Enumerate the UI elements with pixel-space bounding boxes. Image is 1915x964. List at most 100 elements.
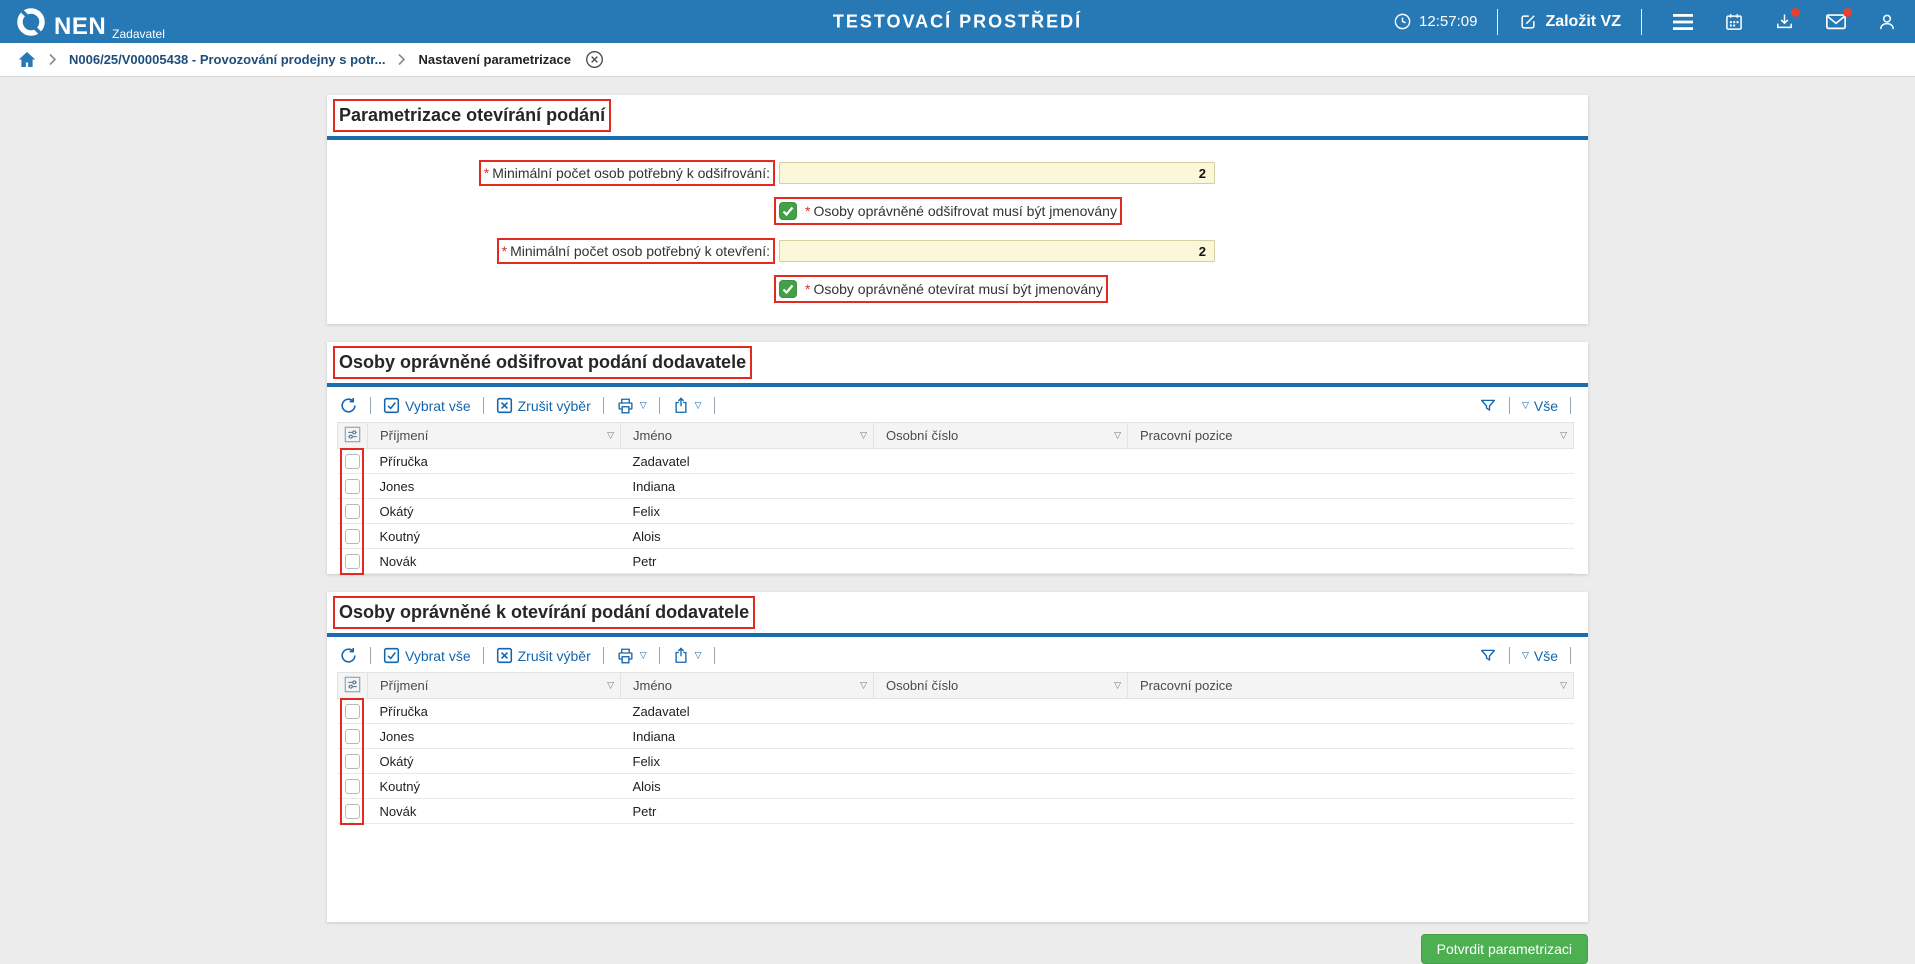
refresh-button[interactable] [339,396,358,415]
row-checkbox[interactable] [345,504,360,520]
column-header-name[interactable]: Jméno ▽ [620,672,874,699]
table-cell: Indiana [620,473,874,499]
export-dropdown-icon[interactable]: ▽ [695,401,702,410]
row-checkbox[interactable] [345,779,360,795]
select-all-button[interactable]: Vybrat vše [383,397,471,414]
print-button[interactable]: ▽ [616,647,647,665]
table-cell [873,448,1128,474]
menu-icon[interactable] [1672,13,1694,31]
column-settings-button[interactable] [337,672,368,699]
person-row[interactable]: Okátý Felix [337,498,1574,524]
toolbar-separator [482,397,484,414]
filter-button[interactable] [1479,397,1497,415]
column-header-personal-number[interactable]: Osobní číslo ▽ [873,672,1128,699]
row-checkbox[interactable] [345,729,360,745]
row-select-cell [337,798,368,824]
downloads-icon[interactable] [1774,7,1800,32]
column-header-surname[interactable]: Příjmení ▽ [367,672,621,699]
select-all-button[interactable]: Vybrat vše [383,647,471,664]
column-header-position[interactable]: Pracovní pozice ▽ [1127,672,1574,699]
decrypt-count-input[interactable] [779,162,1215,184]
view-all-filter[interactable]: ▽ Vše [1522,648,1558,664]
row-checkbox[interactable] [345,454,360,470]
print-button[interactable]: ▽ [616,397,647,415]
clear-selection-button[interactable]: Zrušit výběr [496,647,591,664]
table-cell: Příručka [367,448,621,474]
toolbar-separator [602,647,604,664]
app-logo[interactable]: NEN Zadavatel [14,5,165,40]
person-row[interactable]: Příručka Zadavatel [337,448,1574,474]
breadcrumb-contract-link[interactable]: N006/25/V00005438 - Provozování prodejny… [69,52,385,67]
column-header-position[interactable]: Pracovní pozice ▽ [1127,422,1574,449]
column-filter-icon[interactable]: ▽ [860,681,867,690]
grid-toolbar: Vybrat vše Zrušit výběr ▽ ▽ ▽ Vše [327,387,1588,422]
toolbar-separator [370,647,371,664]
person-row[interactable]: Jones Indiana [337,723,1574,749]
person-row[interactable]: Koutný Alois [337,523,1574,549]
close-tab-icon[interactable] [585,50,604,69]
column-filter-icon[interactable]: ▽ [860,431,867,440]
checkbox-checked-icon [383,647,400,664]
column-filter-icon[interactable]: ▽ [1560,431,1567,440]
person-row[interactable]: Koutný Alois [337,773,1574,799]
view-all-filter[interactable]: ▽ Vše [1522,398,1558,414]
table-cell: Koutný [367,523,621,549]
user-profile-icon[interactable] [1877,12,1897,32]
table-cell [1127,523,1574,549]
column-filter-icon[interactable]: ▽ [1560,681,1567,690]
export-button[interactable]: ▽ [672,396,702,415]
column-filter-icon[interactable]: ▽ [607,431,614,440]
table-cell: Petr [620,548,874,574]
refresh-button[interactable] [339,646,358,665]
row-checkbox[interactable] [345,479,360,495]
chevron-right-icon [49,53,57,66]
create-vz-label: Založit VZ [1545,12,1621,30]
row-select-cell [337,498,368,524]
person-row[interactable]: Jones Indiana [337,473,1574,499]
table-cell: Novák [367,798,621,824]
table-cell: Okátý [367,748,621,774]
open-named-checkbox-group: * Osoby oprávněné otevírat musí být jmeno… [774,275,1108,303]
row-checkbox[interactable] [345,529,360,545]
column-header-personal-number[interactable]: Osobní číslo ▽ [873,422,1128,449]
open-count-input[interactable] [779,240,1215,262]
column-filter-icon[interactable]: ▽ [1114,681,1121,690]
person-row[interactable]: Příručka Zadavatel [337,698,1574,724]
row-select-cell [337,723,368,749]
person-row[interactable]: Okátý Felix [337,748,1574,774]
breadcrumb: N006/25/V00005438 - Provozování prodejny… [0,43,1915,77]
home-icon[interactable] [18,51,36,68]
column-filter-icon[interactable]: ▽ [607,681,614,690]
create-vz-button[interactable]: Založit VZ [1518,12,1621,32]
open-named-checkbox[interactable] [779,280,797,298]
row-checkbox[interactable] [345,754,360,770]
parametrization-section: Parametrizace otevírání podání * Minimáln… [327,95,1588,324]
table-cell: Novák [367,548,621,574]
downloads-badge [1791,7,1800,17]
decrypt-named-checkbox[interactable] [779,202,797,220]
person-row[interactable]: Novák Petr [337,548,1574,574]
messages-badge [1843,8,1852,17]
column-filter-icon[interactable]: ▽ [1114,431,1121,440]
server-time: 12:57:09 [1393,12,1477,31]
print-dropdown-icon[interactable]: ▽ [640,651,647,660]
confirm-parametrization-button[interactable]: Potvrdit parametrizaci [1420,934,1588,964]
toolbar-separator [713,397,715,414]
column-settings-button[interactable] [337,422,368,449]
clear-selection-button[interactable]: Zrušit výběr [496,397,591,414]
toolbar-separator [1570,397,1571,414]
column-header-name[interactable]: Jméno ▽ [620,422,874,449]
messages-icon[interactable] [1825,8,1852,31]
row-checkbox[interactable] [345,704,360,720]
table-header-row: Příjmení ▽ Jméno ▽ Osobní číslo ▽ Pracovní … [337,672,1574,699]
column-header-surname[interactable]: Příjmení ▽ [367,422,621,449]
calendar-icon[interactable] [1724,12,1744,32]
export-button[interactable]: ▽ [672,646,702,665]
export-dropdown-icon[interactable]: ▽ [695,651,702,660]
print-dropdown-icon[interactable]: ▽ [640,401,647,410]
row-checkbox[interactable] [345,554,360,570]
row-checkbox[interactable] [345,804,360,820]
filter-button[interactable] [1479,647,1497,665]
person-row[interactable]: Novák Petr [337,798,1574,824]
printer-icon [618,648,633,663]
